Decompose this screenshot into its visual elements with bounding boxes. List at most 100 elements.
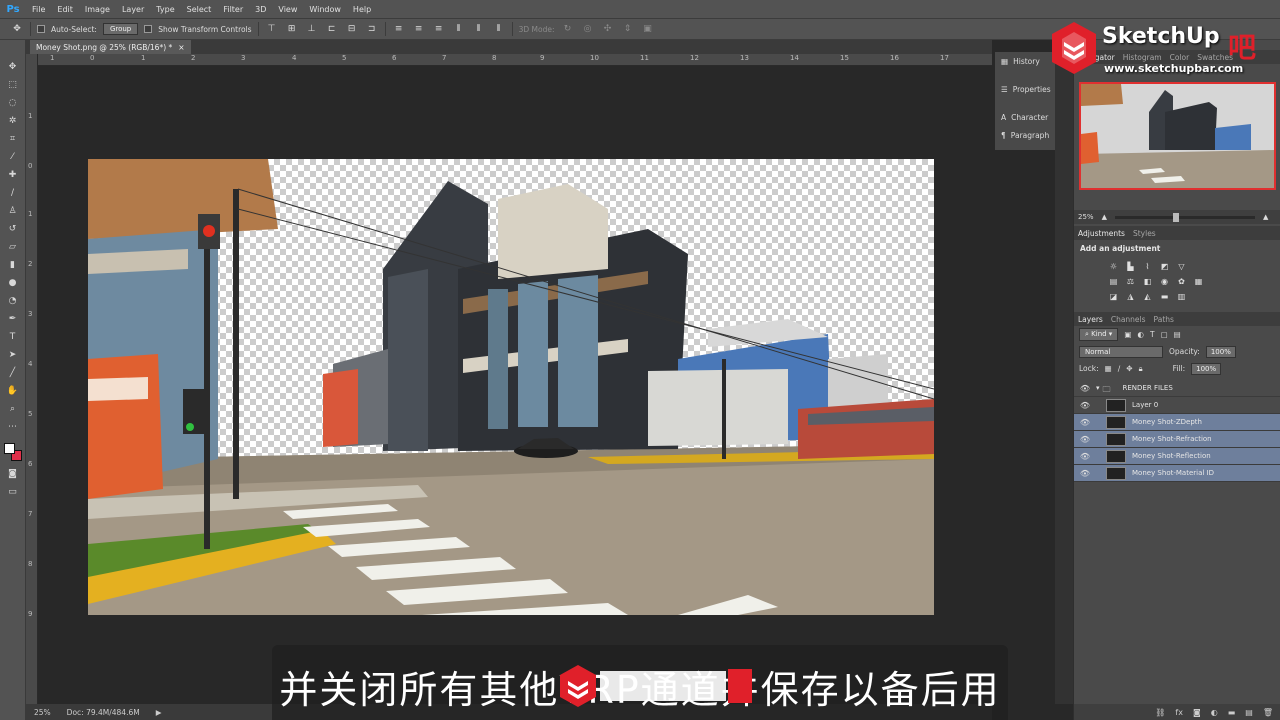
canvas-area[interactable] — [38, 66, 992, 704]
new-layer-icon[interactable]: ▤ — [1245, 708, 1253, 717]
tab-adjustments[interactable]: Adjustments — [1078, 229, 1125, 240]
lock-pixels-icon[interactable]: ∕ — [1118, 364, 1121, 373]
move-tool-icon[interactable]: ✥ — [10, 23, 24, 35]
lock-transparency-icon[interactable]: ▦ — [1105, 364, 1112, 373]
magic-wand-tool-icon[interactable]: ✲ — [4, 112, 22, 129]
layer-row[interactable]: 👁︎ Money Shot-Material ID — [1074, 465, 1280, 482]
hand-tool-icon[interactable]: ✋ — [4, 382, 22, 399]
lasso-tool-icon[interactable]: ◌ — [4, 94, 22, 111]
visibility-eye-icon[interactable]: 👁︎ — [1074, 452, 1096, 461]
selective-color-icon[interactable]: ▥ — [1176, 291, 1187, 302]
paragraph-panel-button[interactable]: ¶ Paragraph — [995, 126, 1055, 144]
disclosure-arrow-icon[interactable]: ▾ — [1096, 384, 1100, 392]
layer-kind-filter[interactable]: ⌕ Kind ▾ — [1079, 328, 1119, 341]
layer-group[interactable]: 👁︎ ▾ 🗀︎ RENDER FILES — [1074, 380, 1280, 397]
filter-adjustment-icon[interactable]: ◐ — [1137, 330, 1144, 339]
vibrance-icon[interactable]: ▽ — [1176, 261, 1187, 272]
3d-slide-icon[interactable]: ⇕ — [621, 23, 635, 35]
tab-styles[interactable]: Styles — [1133, 229, 1156, 240]
dodge-tool-icon[interactable]: ◔ — [4, 292, 22, 309]
gradient-tool-icon[interactable]: ▮ — [4, 256, 22, 273]
threshold-icon[interactable]: ◭ — [1142, 291, 1153, 302]
foreground-color-swatch[interactable] — [3, 443, 15, 454]
visibility-eye-icon[interactable]: 👁︎ — [1074, 401, 1096, 410]
history-panel-button[interactable]: ▦ History — [995, 52, 1055, 70]
brightness-icon[interactable]: ☼ — [1108, 261, 1119, 272]
add-mask-icon[interactable]: ◙ — [1193, 708, 1201, 717]
color-swatches[interactable] — [3, 442, 23, 464]
align-right-icon[interactable]: ⊐ — [365, 23, 379, 35]
zoom-out-icon[interactable]: ▲ — [1102, 213, 1107, 221]
auto-select-checkbox[interactable] — [37, 25, 45, 33]
3d-scale-icon[interactable]: ▣ — [641, 23, 655, 35]
healing-tool-icon[interactable]: ✚ — [4, 166, 22, 183]
zoom-in-icon[interactable]: ▲ — [1263, 213, 1268, 221]
align-vcenter-icon[interactable]: ⊞ — [285, 23, 299, 35]
layer-row[interactable]: 👁︎ Money Shot-ZDepth — [1074, 414, 1280, 431]
layer-row[interactable]: 👁︎ Layer 0 — [1074, 397, 1280, 414]
exposure-icon[interactable]: ◩ — [1159, 261, 1170, 272]
filter-smart-icon[interactable]: ▤ — [1174, 330, 1181, 339]
lock-all-icon[interactable]: 🔒︎ — [1139, 364, 1143, 374]
blend-mode-dropdown[interactable]: Normal — [1079, 345, 1163, 358]
distribute-hcenter-icon[interactable]: ⦀ — [472, 23, 486, 35]
color-balance-icon[interactable]: ⚖ — [1125, 276, 1136, 287]
distribute-right-icon[interactable]: ⦀ — [492, 23, 506, 35]
tab-channels[interactable]: Channels — [1111, 315, 1146, 326]
move-tool-icon[interactable]: ✥ — [4, 58, 22, 75]
black-white-icon[interactable]: ◧ — [1142, 276, 1153, 287]
line-tool-icon[interactable]: ╱ — [4, 364, 22, 381]
menu-3d[interactable]: 3D — [249, 5, 272, 14]
photo-filter-icon[interactable]: ◉ — [1159, 276, 1170, 287]
hue-saturation-icon[interactable]: ▤ — [1108, 276, 1119, 287]
new-adjustment-icon[interactable]: ◐ — [1211, 708, 1218, 717]
menu-layer[interactable]: Layer — [116, 5, 150, 14]
3d-pan-icon[interactable]: ✣ — [601, 23, 615, 35]
navigator-zoom-value[interactable]: 25% — [1078, 213, 1094, 221]
zoom-tool-icon[interactable]: ⌕ — [4, 400, 22, 417]
navigator-preview[interactable] — [1079, 82, 1276, 190]
filter-shape-icon[interactable]: ▢ — [1161, 330, 1168, 339]
crop-tool-icon[interactable]: ⌗ — [4, 130, 22, 147]
fill-input[interactable]: 100% — [1191, 362, 1222, 375]
visibility-eye-icon[interactable]: 👁︎ — [1074, 384, 1096, 393]
menu-edit[interactable]: Edit — [51, 5, 79, 14]
new-group-icon[interactable]: ▬ — [1228, 708, 1236, 717]
quick-mask-icon[interactable]: ◙ — [4, 465, 22, 482]
menu-file[interactable]: File — [26, 5, 51, 14]
screen-mode-icon[interactable]: ▭ — [4, 483, 22, 500]
document-tab[interactable]: Money Shot.png @ 25% (RGB/16*) * × — [30, 40, 191, 54]
menu-type[interactable]: Type — [150, 5, 180, 14]
link-layers-icon[interactable]: ⛓︎ — [1155, 708, 1165, 717]
align-hcenter-icon[interactable]: ⊟ — [345, 23, 359, 35]
eraser-tool-icon[interactable]: ▱ — [4, 238, 22, 255]
auto-select-dropdown[interactable]: Group — [102, 23, 139, 35]
blur-tool-icon[interactable]: ● — [4, 274, 22, 291]
close-icon[interactable]: × — [178, 43, 184, 52]
slider-knob[interactable] — [1172, 212, 1179, 222]
transform-controls-checkbox[interactable] — [144, 25, 153, 33]
filter-pixel-icon[interactable]: ▣ — [1124, 330, 1131, 339]
more-tools-icon[interactable]: ⋯ — [4, 418, 22, 435]
brush-tool-icon[interactable]: ∕ — [4, 184, 22, 201]
menu-select[interactable]: Select — [181, 5, 218, 14]
menu-image[interactable]: Image — [79, 5, 116, 14]
document-canvas[interactable] — [88, 159, 934, 615]
visibility-eye-icon[interactable]: 👁︎ — [1074, 418, 1096, 427]
lock-position-icon[interactable]: ✥ — [1126, 364, 1132, 373]
distribute-bottom-icon[interactable]: ≡ — [432, 23, 446, 35]
status-arrow-icon[interactable]: ▶ — [156, 708, 162, 717]
align-top-icon[interactable]: ⊤ — [265, 23, 279, 35]
delete-layer-icon[interactable]: 🗑︎ — [1263, 708, 1273, 717]
distribute-top-icon[interactable]: ≡ — [392, 23, 406, 35]
marquee-tool-icon[interactable]: ⬚ — [4, 76, 22, 93]
pen-tool-icon[interactable]: ✒ — [4, 310, 22, 327]
type-tool-icon[interactable]: T — [4, 328, 22, 345]
tab-layers[interactable]: Layers — [1078, 315, 1103, 326]
menu-window[interactable]: Window — [303, 5, 347, 14]
navigator-zoom-slider[interactable] — [1114, 212, 1255, 222]
distribute-left-icon[interactable]: ⦀ — [452, 23, 466, 35]
visibility-eye-icon[interactable]: 👁︎ — [1074, 435, 1096, 444]
tab-paths[interactable]: Paths — [1154, 315, 1174, 326]
channel-mixer-icon[interactable]: ✿ — [1176, 276, 1187, 287]
